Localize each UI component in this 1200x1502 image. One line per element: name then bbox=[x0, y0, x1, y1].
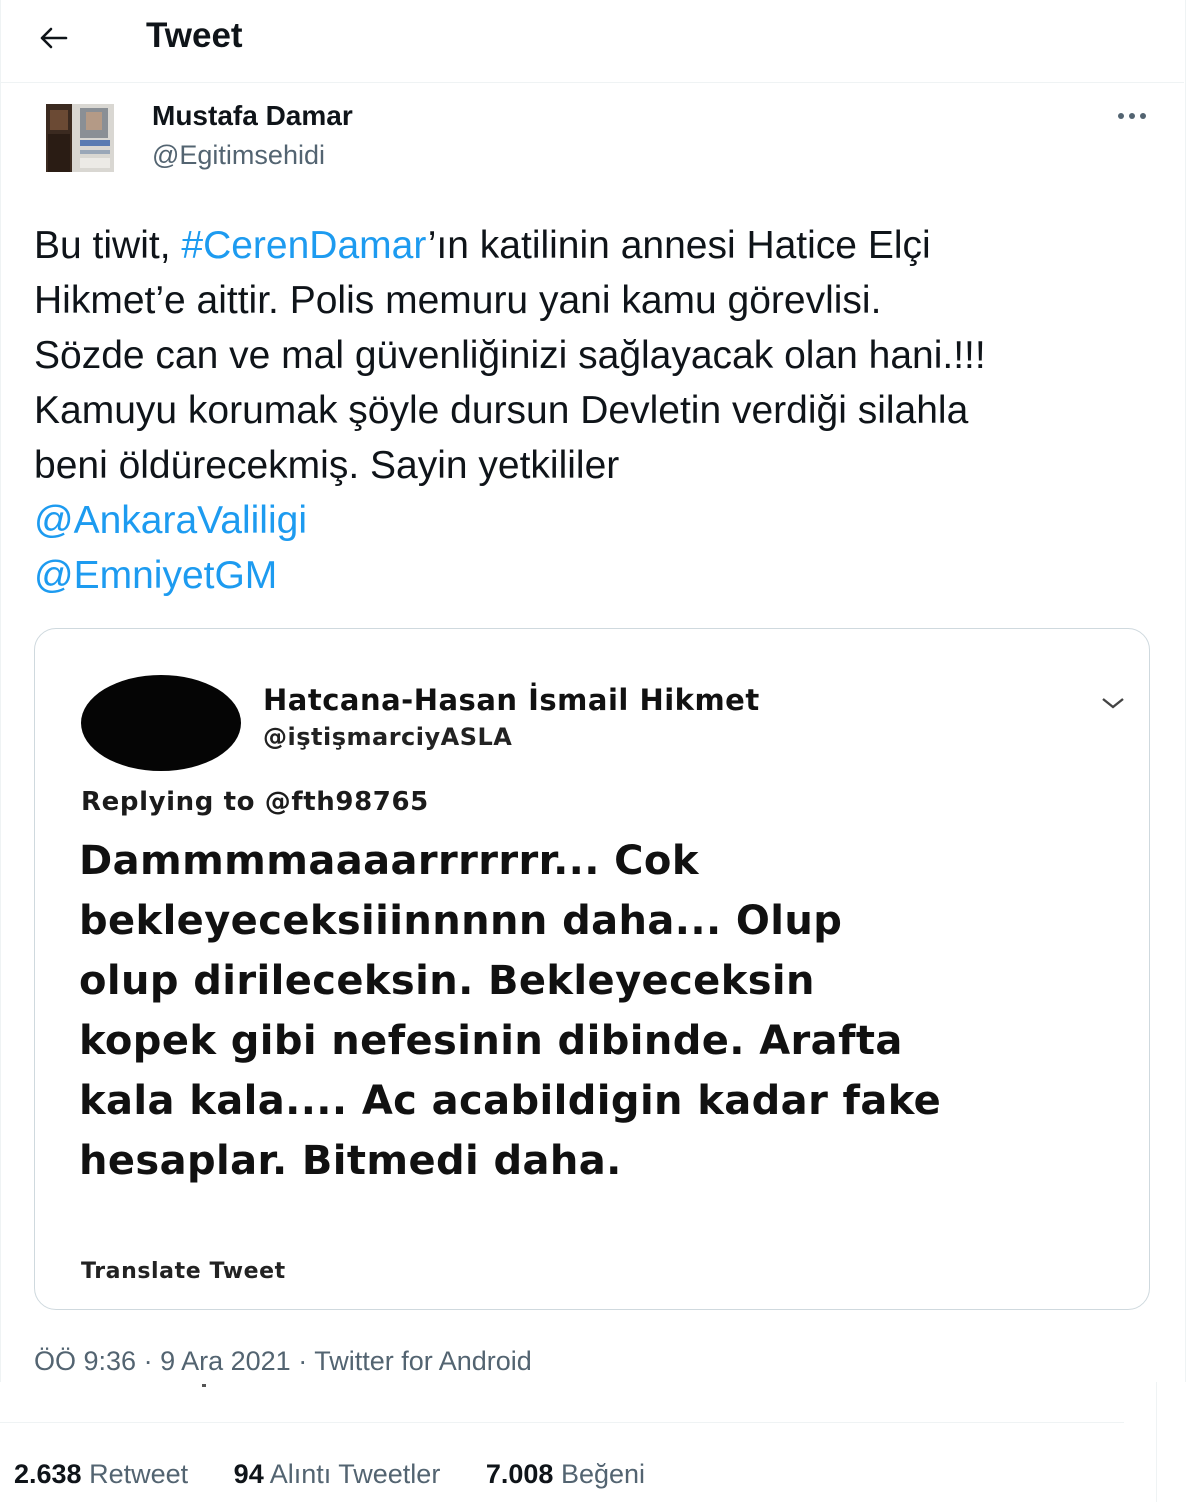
back-button[interactable] bbox=[32, 16, 76, 60]
quote-tweet-count[interactable]: 94 Alıntı Tweetler bbox=[234, 1454, 441, 1494]
stat-label: Alıntı Tweetler bbox=[269, 1459, 441, 1489]
tweet-time[interactable]: ÖÖ 9:36 bbox=[34, 1346, 136, 1376]
like-count[interactable]: 7.008 Beğeni bbox=[486, 1454, 645, 1494]
embedded-author-name: Hatcana-Hasan İsmail Hikmet bbox=[263, 683, 760, 717]
author-name[interactable]: Mustafa Damar bbox=[152, 98, 353, 134]
embedded-line: Dammmmaaaarrrrrrr... Cok bbox=[79, 838, 699, 884]
tweet-line: Bu tiwit, #CerenDamar’ın katilinin annes… bbox=[34, 218, 1154, 273]
retweet-count[interactable]: 2.638 Retweet bbox=[14, 1454, 188, 1494]
tweet-text: Bu tiwit, #CerenDamar’ın katilinin annes… bbox=[34, 218, 1154, 603]
artifact-mark bbox=[202, 1384, 206, 1387]
hashtag-link[interactable]: #CerenDamar bbox=[181, 224, 427, 267]
mention-link-ankaravaliligi[interactable]: @AnkaraValiligi bbox=[34, 493, 1154, 548]
author-handle[interactable]: @Egitimsehidi bbox=[152, 138, 325, 172]
meta-separator: · bbox=[290, 1346, 315, 1376]
screenshot-content: Hatcana-Hasan İsmail Hikmet @iştişmarciy… bbox=[35, 629, 1149, 1309]
stat-number: 94 bbox=[233, 1459, 264, 1489]
mention-link-emniyetgm[interactable]: @EmniyetGM bbox=[34, 548, 1154, 603]
embedded-line: hesaplar. Bitmedi daha. bbox=[79, 1138, 622, 1184]
avatar[interactable] bbox=[46, 104, 114, 172]
more-button[interactable] bbox=[1104, 96, 1160, 136]
embedded-screenshot[interactable]: Hatcana-Hasan İsmail Hikmet @iştişmarciy… bbox=[34, 628, 1150, 1310]
arrow-left-icon bbox=[40, 27, 68, 49]
chevron-down-icon bbox=[1102, 698, 1124, 709]
embedded-line: kopek gibi nefesinin dibinde. Arafta bbox=[79, 1018, 903, 1064]
divider bbox=[0, 1422, 1124, 1423]
embedded-line: bekleyeceksiiinnnnn daha... Olup bbox=[79, 898, 843, 944]
tweet-line: Sözde can ve mal güvenliğinizi sağlayaca… bbox=[34, 334, 986, 377]
tweet-line: Kamuyu korumak şöyle dursun Devletin ver… bbox=[34, 389, 969, 432]
avatar-image bbox=[46, 104, 114, 172]
tweet-line: Hikmet’e aittir. Polis memuru yani kamu … bbox=[34, 279, 882, 322]
embedded-translate-label: Translate Tweet bbox=[81, 1259, 286, 1284]
divider-vertical bbox=[1156, 1382, 1157, 1502]
tweet-meta: ÖÖ 9:36 · 9 Ara 2021 · Twitter for Andro… bbox=[34, 1342, 532, 1380]
tweet-text-segment: ’ın katilinin annesi Hatice Elçi bbox=[427, 224, 931, 267]
tweet-text-segment: Bu tiwit, bbox=[34, 224, 182, 267]
tweet-line: beni öldürecekmiş. Sayin yetkililer bbox=[34, 444, 620, 487]
meta-separator: · bbox=[136, 1346, 161, 1376]
stat-label: Retweet bbox=[89, 1459, 189, 1489]
tweet-source[interactable]: Twitter for Android bbox=[314, 1346, 532, 1376]
replying-to: Replying to @fth98765 bbox=[81, 787, 429, 817]
embedded-line: kala kala.... Ac acabildigin kadar fake bbox=[79, 1078, 942, 1124]
tweet-date[interactable]: 9 Ara 2021 bbox=[160, 1346, 291, 1376]
redacted-avatar bbox=[81, 675, 241, 771]
more-icon bbox=[1118, 113, 1146, 119]
stat-number: 2.638 bbox=[14, 1459, 82, 1489]
stat-number: 7.008 bbox=[485, 1459, 554, 1489]
embedded-line: olup dirileceksin. Bekleyeceksin bbox=[79, 958, 815, 1004]
engagement-stats: 2.638 Retweet 94 Alıntı Tweetler 7.008 B… bbox=[14, 1454, 683, 1494]
stat-label: Beğeni bbox=[560, 1459, 646, 1489]
embedded-tweet-text: Dammmmaaaarrrrrrr... Cok bekleyeceksiiin… bbox=[79, 831, 1129, 1191]
page-title: Tweet bbox=[146, 16, 243, 55]
top-bar: Tweet bbox=[0, 0, 1184, 83]
embedded-author-handle: @iştişmarciyASLA bbox=[263, 723, 513, 751]
